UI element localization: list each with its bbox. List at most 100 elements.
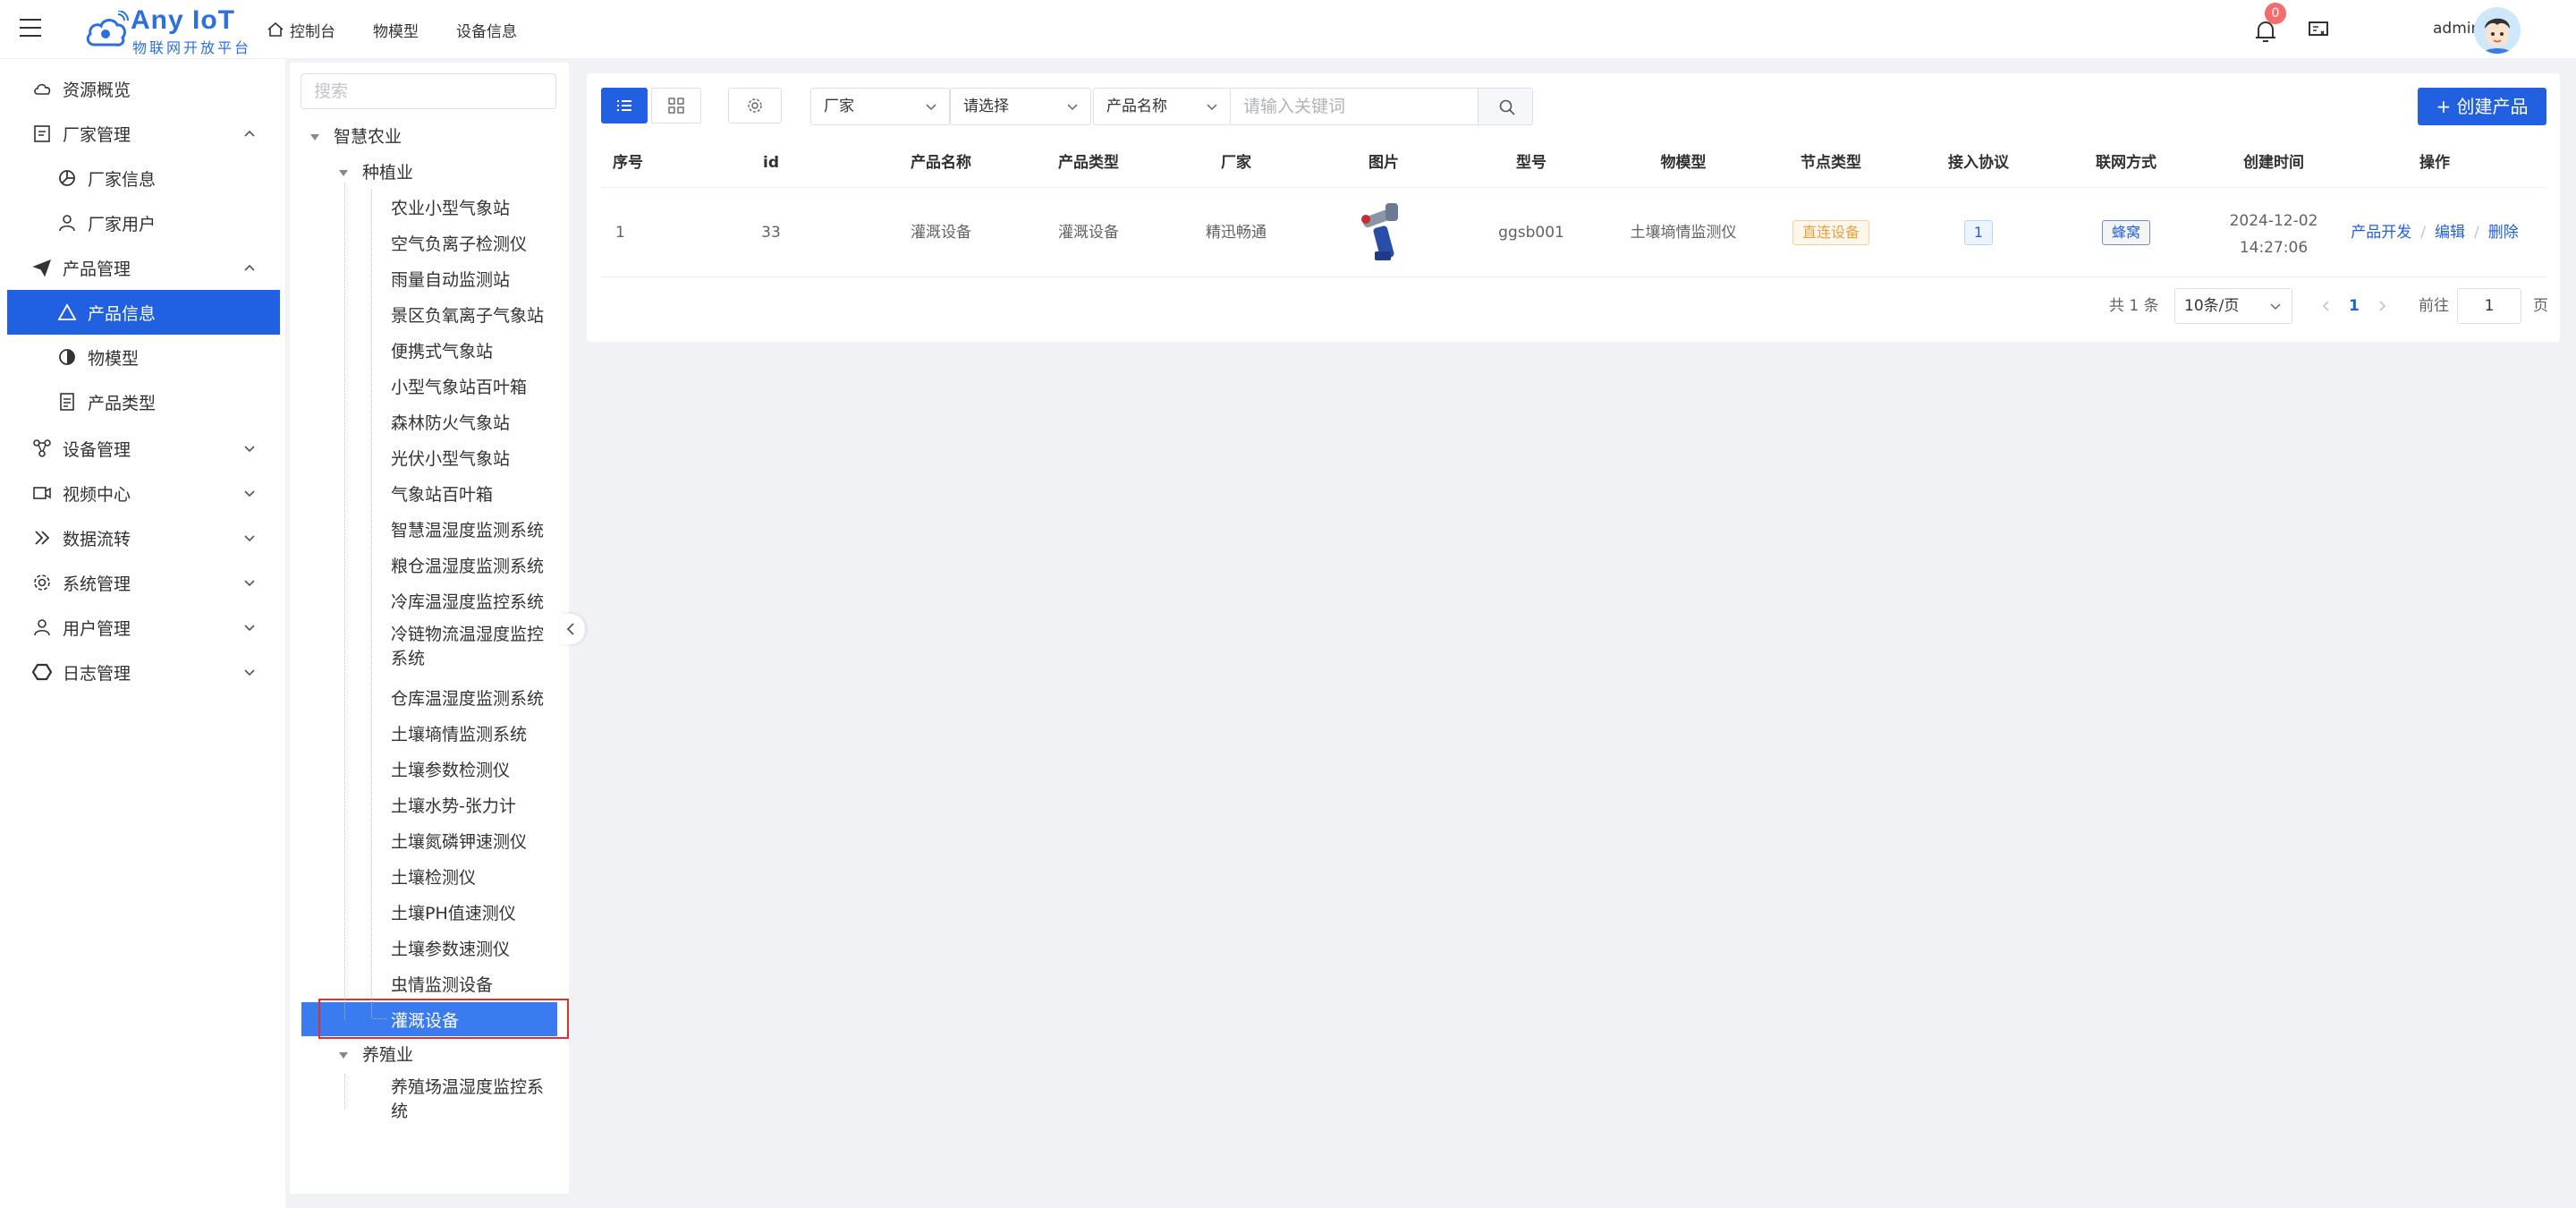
tree-node-leaf[interactable]: 农业小型气象站 <box>391 191 510 225</box>
tree-node-leaf[interactable]: 粮仓温湿度监测系统 <box>391 549 544 583</box>
table-row[interactable]: 1 33 灌溉设备 灌溉设备 精迅畅通 ggsb001 土壤墒情监测仪 直连设备 <box>601 188 2546 277</box>
nav-dashboard[interactable]: 控制台 <box>267 19 335 41</box>
cell-image[interactable] <box>1312 188 1455 277</box>
tree-node-leaf[interactable]: 土壤PH值速测仪 <box>391 897 516 931</box>
tree-node-leaf[interactable]: 虫情监测设备 <box>391 968 493 1002</box>
caret-down-icon[interactable] <box>310 134 319 140</box>
page-suffix: 页 <box>2533 297 2548 315</box>
search-field-select[interactable]: 产品名称 <box>1093 88 1231 125</box>
tree-node-group-breeding[interactable]: 养殖业 <box>362 1038 413 1072</box>
tree-node-leaf[interactable]: 养殖场温湿度监控系统 <box>391 1076 552 1124</box>
sidebar-item-system-management[interactable]: 系统管理 <box>0 560 286 605</box>
cell-created-time: 2024-12-02 14:27:06 <box>2202 208 2345 261</box>
tree-node-leaf[interactable]: 灌溉设备 <box>391 1004 459 1038</box>
type-select[interactable]: 请选择 <box>950 88 1091 125</box>
caret-down-icon[interactable] <box>339 1052 348 1059</box>
tree-node-leaf[interactable]: 小型气象站百叶箱 <box>391 370 527 404</box>
caret-down-icon[interactable] <box>339 170 348 176</box>
vendor-select[interactable]: 厂家 <box>810 88 950 125</box>
tree-node-leaf[interactable]: 冷链物流温湿度监控系统 <box>391 623 552 671</box>
node-type-tag: 直连设备 <box>1792 220 1869 245</box>
delete-link[interactable]: 删除 <box>2488 224 2519 242</box>
column-header: 物模型 <box>1660 154 1707 172</box>
goto-label: 前往 <box>2419 297 2449 315</box>
page-size-select[interactable]: 10条/页 <box>2174 288 2292 324</box>
sidebar-item-vendor-users[interactable]: 厂家用户 <box>0 200 286 245</box>
top-nav: 控制台 物模型 设备信息 <box>267 0 555 59</box>
tree-node-leaf[interactable]: 景区负氧离子气象站 <box>391 299 544 333</box>
collapse-tree-button[interactable] <box>560 614 585 644</box>
product-develop-link[interactable]: 产品开发 <box>2351 224 2411 242</box>
cell-operations: 产品开发 / 编辑 / 删除 <box>2345 188 2524 277</box>
sidebar-item-label: 物模型 <box>88 348 140 369</box>
top-header: Any IoT 物联网开放平台 控制台 物模型 设备信息 0 admin <box>0 0 2576 59</box>
nav-device-info[interactable]: 设备信息 <box>456 19 517 41</box>
tree-node-leaf[interactable]: 空气负离子检测仪 <box>391 227 527 261</box>
sidebar-item-log-management[interactable]: 日志管理 <box>0 650 286 694</box>
tree-node-leaf[interactable]: 土壤检测仪 <box>391 861 476 895</box>
tree-node-leaf[interactable]: 森林防火气象站 <box>391 406 510 440</box>
tree-guide-line <box>344 183 345 1020</box>
settings-button[interactable] <box>728 88 782 123</box>
sidebar-item-product-info[interactable]: 产品信息 <box>7 290 280 335</box>
tree-node-root[interactable]: 智慧农业 <box>334 120 402 154</box>
list-icon <box>617 100 631 111</box>
network-tag: 蜂窝 <box>2101 220 2150 245</box>
tree-node-leaf[interactable]: 土壤参数检测仪 <box>391 753 510 787</box>
sidebar-item-label: 资源概览 <box>63 80 131 100</box>
sidebar-item-thing-model[interactable]: 物模型 <box>0 335 286 379</box>
created-time: 14:27:06 <box>2239 239 2309 257</box>
search-button[interactable] <box>1478 88 1533 125</box>
sidebar-item-video-center[interactable]: 视频中心 <box>0 471 286 515</box>
sidebar-item-device-management[interactable]: 设备管理 <box>0 426 286 471</box>
edit-link[interactable]: 编辑 <box>2435 224 2465 242</box>
tree-node-leaf[interactable]: 气象站百叶箱 <box>391 478 493 512</box>
sidebar-item-vendor-info[interactable]: 厂家信息 <box>0 156 286 200</box>
column-header: 厂家 <box>1221 154 1251 172</box>
tree-node-leaf[interactable]: 冷库温湿度监控系统 <box>391 585 544 619</box>
sidebar-item-resource-overview[interactable]: 资源概览 <box>0 66 286 111</box>
avatar[interactable] <box>2474 7 2521 54</box>
tree-node-leaf[interactable]: 土壤墒情监测系统 <box>391 718 527 752</box>
column-header: 产品类型 <box>1058 154 1119 172</box>
tree-node-leaf[interactable]: 土壤氮磷钾速测仪 <box>391 825 527 859</box>
screen-icon[interactable] <box>2308 20 2329 39</box>
current-page[interactable]: 1 <box>2349 288 2360 324</box>
tree-node-leaf[interactable]: 土壤参数速测仪 <box>391 932 510 966</box>
sidebar-item-vendor-management[interactable]: 厂家管理 <box>0 111 286 156</box>
sidebar-item-label: 产品类型 <box>88 393 157 413</box>
product-thumbnail[interactable] <box>1357 200 1411 266</box>
create-product-button[interactable]: + 创建产品 <box>2418 88 2546 125</box>
tree-node-group-planting[interactable]: 种植业 <box>362 156 413 190</box>
goto-page-input[interactable]: 1 <box>2457 288 2521 324</box>
tree-node-leaf[interactable]: 雨量自动监测站 <box>391 263 510 297</box>
list-view-button[interactable] <box>601 88 648 123</box>
chevron-down-icon <box>244 625 255 632</box>
notification-badge: 0 <box>2265 3 2286 24</box>
logo: Any IoT 物联网开放平台 <box>84 5 249 56</box>
grid-view-button[interactable] <box>651 88 701 123</box>
sidebar-item-label: 产品管理 <box>63 259 131 279</box>
tree-node-leaf[interactable]: 仓库温湿度监测系统 <box>391 682 544 716</box>
half-circle-icon <box>59 349 75 365</box>
keyword-search-input[interactable] <box>1231 88 1479 125</box>
cell-protocol: 1 <box>1907 188 2050 277</box>
next-page-icon[interactable] <box>2376 299 2388 313</box>
tree-node-leaf[interactable]: 光伏小型气象站 <box>391 442 510 476</box>
tree-node-leaf[interactable]: 便携式气象站 <box>391 335 493 369</box>
sidebar-item-product-management[interactable]: 产品管理 <box>0 245 286 290</box>
chevron-up-icon <box>244 264 255 271</box>
tree-search-input[interactable] <box>301 73 556 109</box>
pie-icon <box>59 170 75 186</box>
page-size-value: 10条/页 <box>2184 297 2240 315</box>
sidebar-item-user-management[interactable]: 用户管理 <box>0 605 286 650</box>
nav-thing-model[interactable]: 物模型 <box>373 19 419 41</box>
menu-toggle-icon[interactable] <box>20 19 41 38</box>
sidebar-item-product-type[interactable]: 产品类型 <box>0 379 286 424</box>
tree-guide-line <box>373 1018 386 1019</box>
prev-page-icon[interactable] <box>2320 299 2333 313</box>
tree-node-leaf[interactable]: 智慧温湿度监测系统 <box>391 514 544 548</box>
sidebar-item-data-flow[interactable]: 数据流转 <box>0 515 286 560</box>
tree-node-leaf[interactable]: 土壤水势-张力计 <box>391 789 516 823</box>
column-header: 接入协议 <box>1948 154 2009 172</box>
